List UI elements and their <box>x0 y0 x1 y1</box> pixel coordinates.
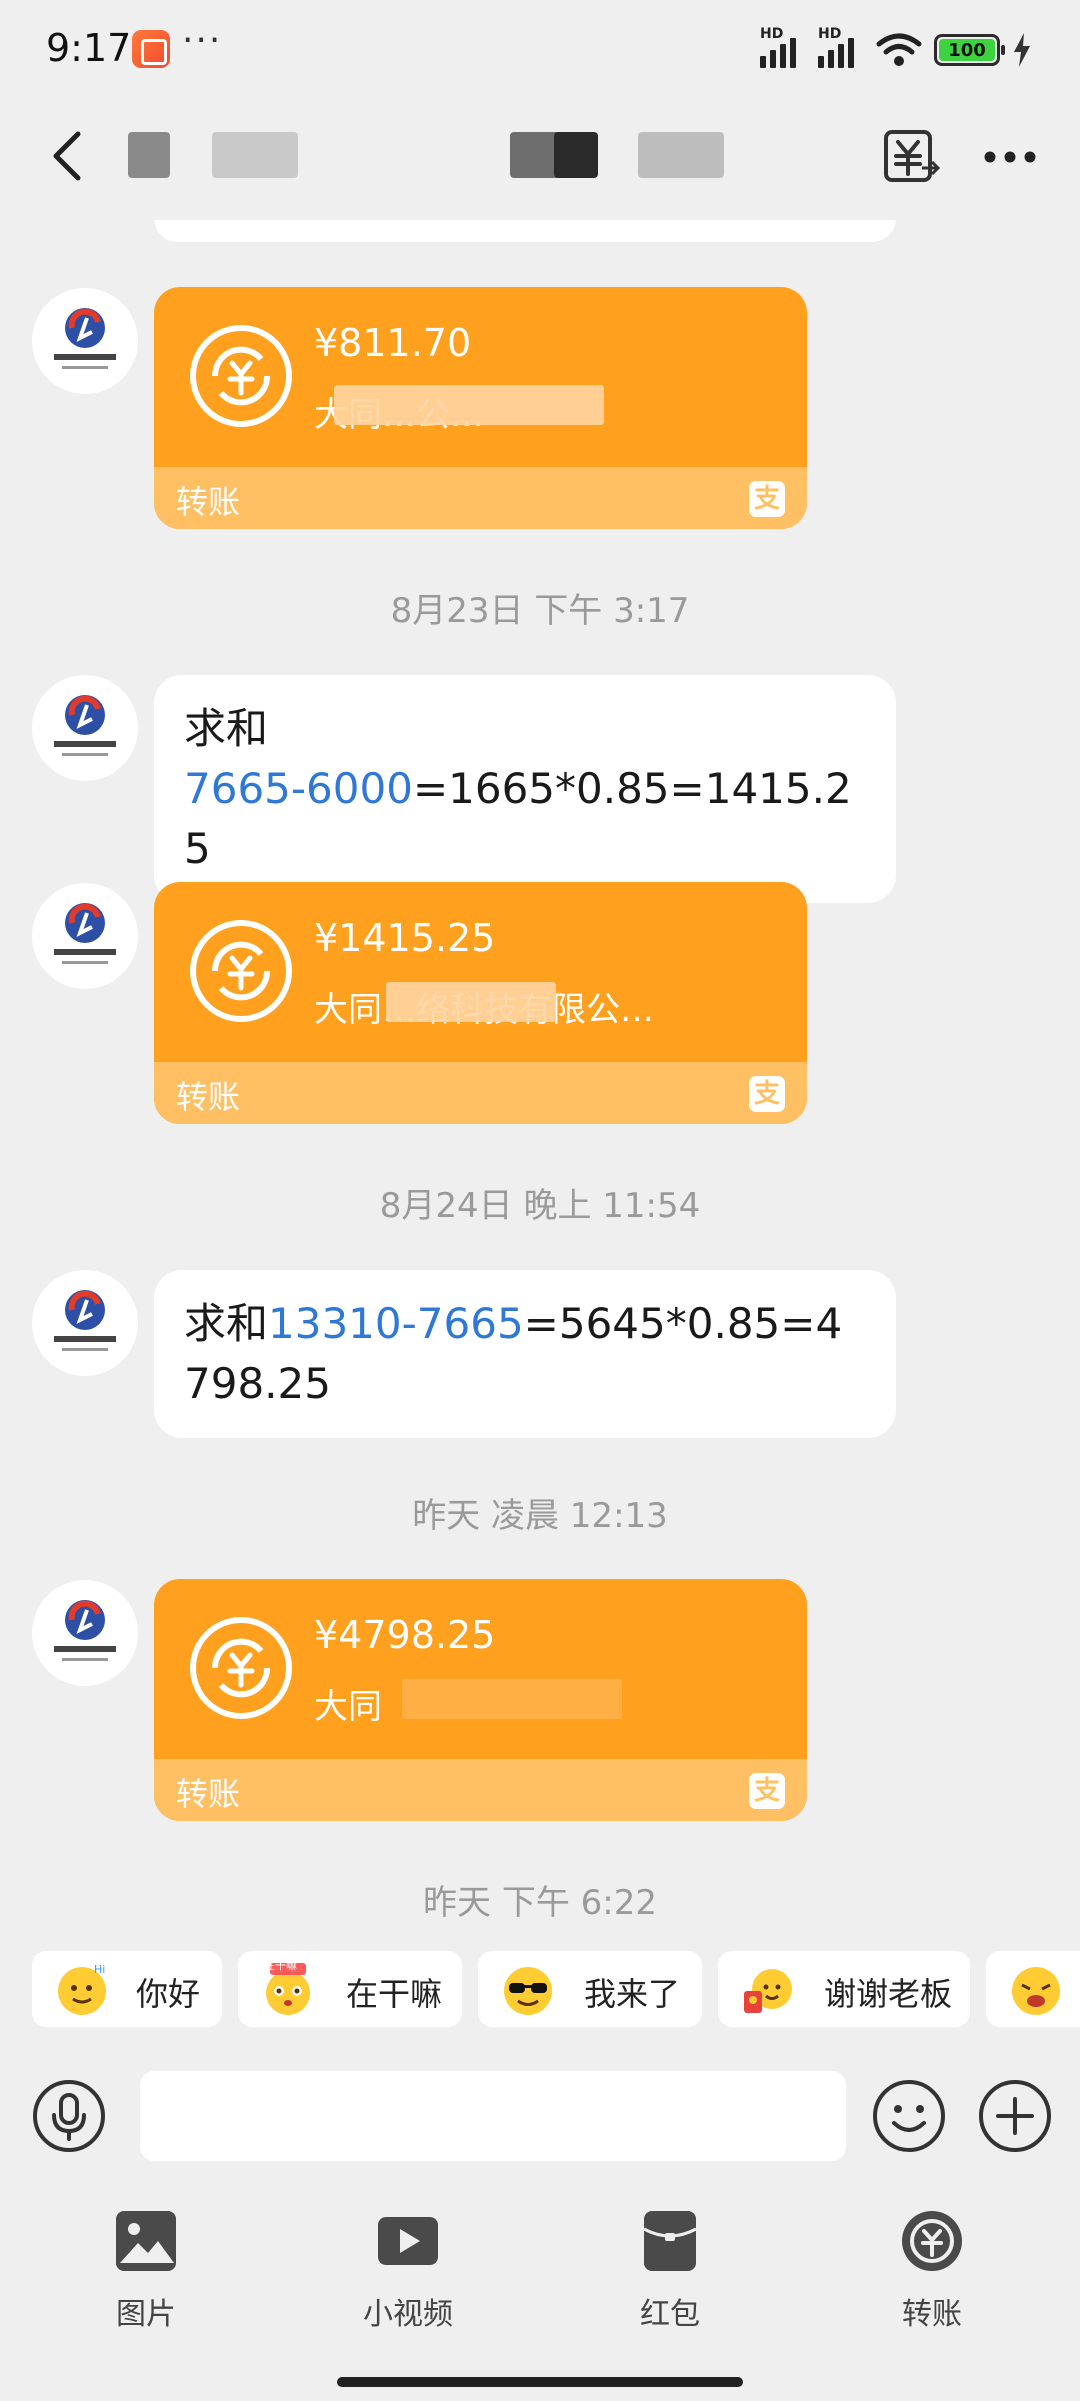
back-button[interactable] <box>40 126 100 186</box>
microphone-icon[interactable] <box>32 2079 106 2153</box>
chat-header <box>0 100 1080 220</box>
yuan-transfer-icon[interactable] <box>882 128 940 186</box>
text-message[interactable]: 求和13310-7665=5645*0.85=4798.25 <box>154 1270 896 1438</box>
contact-avatar[interactable] <box>32 675 138 781</box>
quick-reply-chip[interactable]: 在干嘛 在干嘛 <box>238 1951 462 2027</box>
message-list[interactable]: ¥811.70 大同…公… 转账 支 8月23日 下午 3:17 求和 7665… <box>0 220 1080 1925</box>
transfer-icon <box>902 2211 962 2271</box>
tool-label: 小视频 <box>363 2297 453 2332</box>
signal-1-icon: HD <box>760 26 806 68</box>
quick-reply-label: 你好 <box>136 1975 201 2013</box>
tool-label: 图片 <box>116 2297 176 2332</box>
more-dots-icon[interactable] <box>980 128 1040 186</box>
plus-icon[interactable] <box>978 2079 1052 2153</box>
status-bar: 9:17 ··· HD HD 100 <box>0 0 1080 100</box>
message-input-bar <box>0 2057 1080 2177</box>
quick-reply-chip[interactable]: 谢谢老板 <box>718 1951 970 2027</box>
red-packet-icon <box>643 2211 697 2271</box>
tool-video[interactable]: 小视频 <box>318 2209 498 2359</box>
tools-bar: 图片 小视频 红包 转账 <box>0 2177 1080 2401</box>
tool-image[interactable]: 图片 <box>56 2209 236 2359</box>
alipay-icon: 支 <box>749 1773 785 1809</box>
redacted-title <box>638 132 724 178</box>
previous-message-bubble <box>154 220 896 242</box>
transfer-icon <box>190 325 292 427</box>
message-link[interactable]: 13310-7665 <box>268 1299 524 1348</box>
quick-reply-label: 我来了 <box>584 1975 681 2013</box>
video-icon <box>378 2217 438 2265</box>
contact-avatar[interactable] <box>32 883 138 989</box>
contact-avatar[interactable] <box>32 1580 138 1686</box>
waving-emoji-icon: Hi <box>58 1963 106 2015</box>
quick-reply-bar[interactable]: Hi 你好 在干嘛 在干嘛 我来了 谢谢老板 <box>0 1925 1080 2057</box>
transfer-card[interactable]: ¥811.70 大同…公… 转账 支 <box>154 287 807 529</box>
transfer-icon <box>190 1617 292 1719</box>
home-indicator[interactable] <box>337 2377 743 2387</box>
transfer-card[interactable]: ¥4798.25 大同 转账 支 <box>154 1579 807 1821</box>
transfer-amount: ¥4798.25 <box>314 1613 496 1657</box>
alipay-icon: 支 <box>749 481 785 517</box>
tool-label: 转账 <box>902 2297 962 2332</box>
redacted-title <box>554 132 598 178</box>
status-time: 9:17 <box>46 26 132 70</box>
text-message[interactable]: 求和 7665-6000=1665*0.85=1415.25 <box>154 675 896 903</box>
transfer-amount: ¥1415.25 <box>314 916 496 960</box>
alipay-icon: 支 <box>749 1076 785 1112</box>
app-notification-icon <box>132 30 170 68</box>
contact-avatar[interactable] <box>32 288 138 394</box>
quick-reply-label: 谢谢老板 <box>824 1975 953 2013</box>
more-notifications-indicator: ··· <box>182 20 223 61</box>
red-packet-emoji-icon <box>744 1969 792 2013</box>
battery-icon: 100 <box>934 34 1005 66</box>
quick-reply-chip[interactable]: Hi 你好 <box>32 1951 222 2027</box>
charging-icon <box>1014 33 1030 67</box>
redacted-payee <box>334 385 604 425</box>
quick-reply-chip[interactable] <box>986 1951 1080 2027</box>
transfer-label: 转账 <box>176 1078 241 1116</box>
tool-label: 红包 <box>640 2297 700 2332</box>
image-icon <box>116 2211 176 2271</box>
emoji-icon[interactable] <box>872 2079 946 2153</box>
transfer-icon <box>190 920 292 1022</box>
message-timestamp: 昨天 凌晨 12:13 <box>412 1496 668 1536</box>
redacted-payee <box>386 982 556 1022</box>
tool-red-packet[interactable]: 红包 <box>580 2209 760 2359</box>
message-input[interactable] <box>140 2071 846 2161</box>
transfer-label: 转账 <box>176 483 241 521</box>
redacted-payee <box>402 1679 622 1719</box>
quick-reply-badge: 在干嘛 <box>264 1959 297 1972</box>
quick-reply-label: 在干嘛 <box>346 1975 443 2013</box>
laughing-emoji-icon <box>1012 1967 1060 2015</box>
sunglasses-emoji-icon <box>504 1967 552 2015</box>
transfer-amount: ¥811.70 <box>314 321 472 365</box>
wifi-icon <box>876 33 922 66</box>
contact-avatar[interactable] <box>32 1270 138 1376</box>
quick-reply-chip[interactable]: 我来了 <box>478 1951 702 2027</box>
transfer-card[interactable]: ¥1415.25 大同…络科技有限公… 转账 支 <box>154 882 807 1124</box>
message-timestamp: 8月23日 下午 3:17 <box>390 591 690 631</box>
message-timestamp: 8月24日 晚上 11:54 <box>379 1186 701 1226</box>
message-link[interactable]: 7665-6000 <box>184 764 413 813</box>
signal-2-icon: HD <box>818 26 864 68</box>
transfer-label: 转账 <box>176 1775 241 1813</box>
redacted-title <box>128 132 170 178</box>
message-timestamp: 昨天 下午 6:22 <box>423 1883 657 1923</box>
tool-transfer[interactable]: 转账 <box>842 2209 1022 2359</box>
svg-text:Hi: Hi <box>94 1963 105 1976</box>
redacted-title <box>212 132 298 178</box>
